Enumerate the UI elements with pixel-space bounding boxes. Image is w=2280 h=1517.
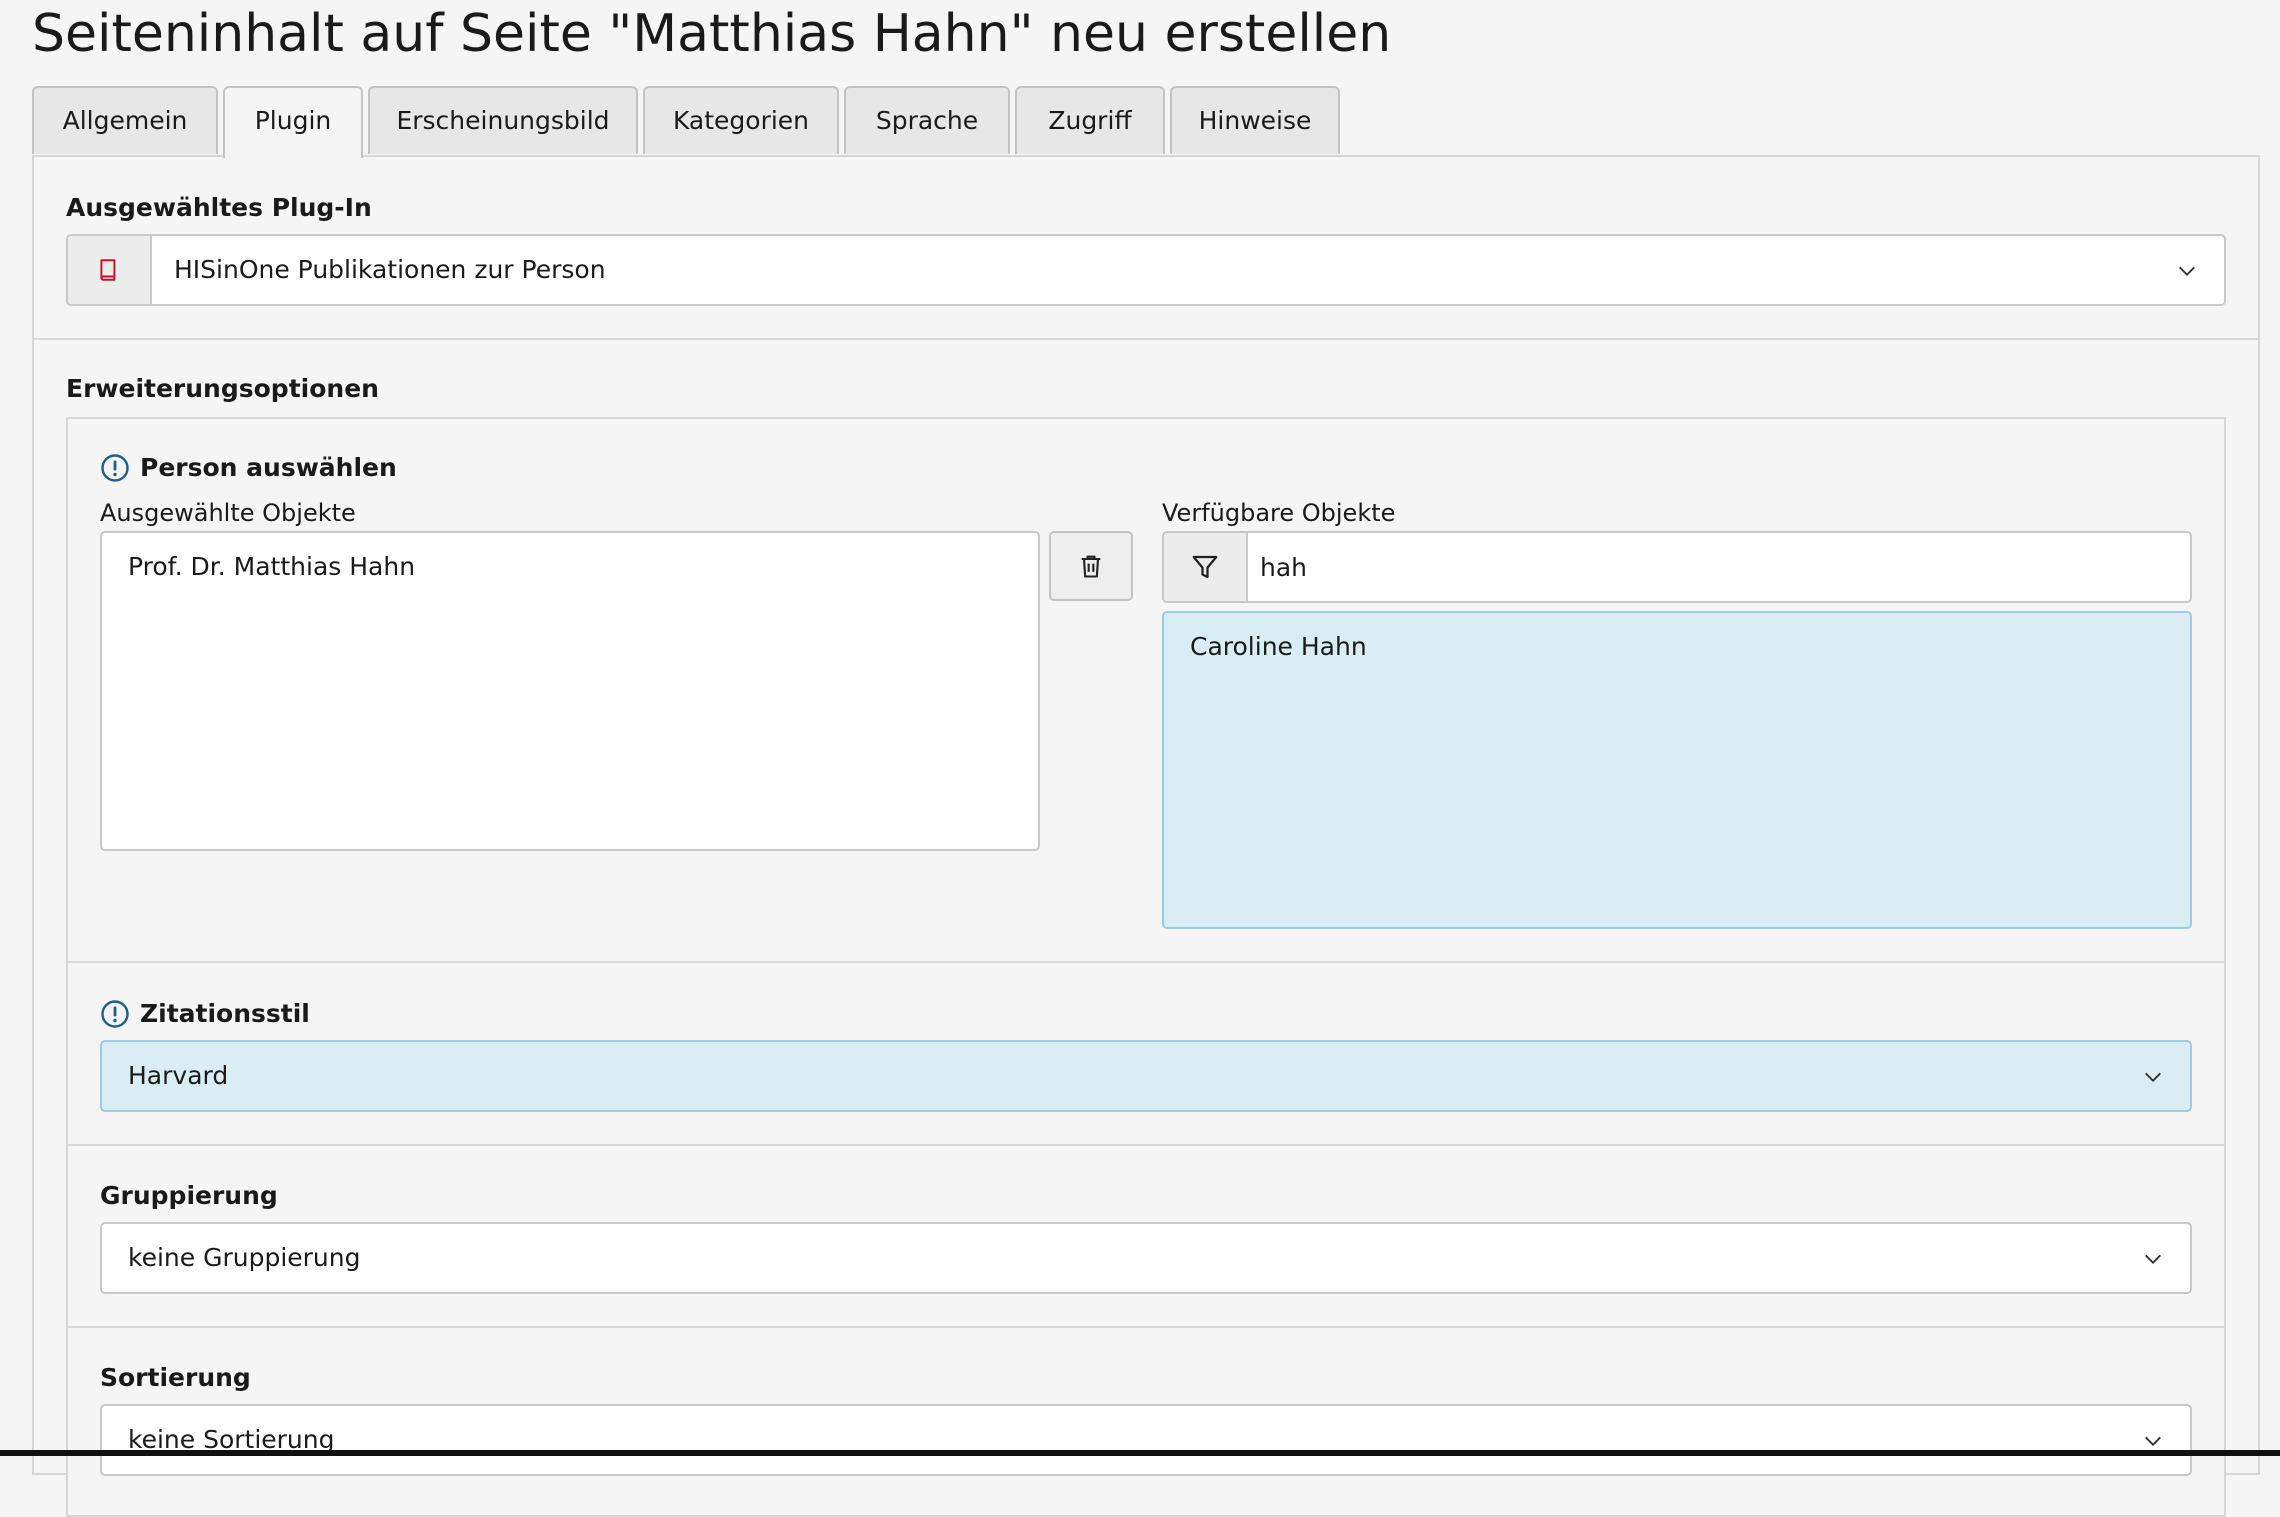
available-objects-label: Verfügbare Objekte [1162, 499, 1396, 527]
plugin-label: Ausgewähltes Plug-In [66, 193, 372, 222]
extension-options-fieldset: Person auswählen Ausgewählte Objekte Pro… [66, 417, 2226, 1517]
available-filter-input[interactable] [1260, 537, 2160, 597]
delete-selected-button[interactable] [1049, 531, 1133, 601]
list-item[interactable]: Prof. Dr. Matthias Hahn [128, 551, 415, 583]
tab-panel-plugin: Ausgewähltes Plug-In HISinOne Publikatio… [32, 155, 2260, 1517]
window-bottom-edge [0, 1450, 2280, 1456]
section-divider [68, 1144, 2224, 1146]
plugin-select[interactable]: HISinOne Publikationen zur Person [66, 234, 2226, 306]
grouping-value: keine Gruppierung [128, 1243, 361, 1272]
available-filter-group [1162, 531, 2192, 603]
chevron-down-icon [2179, 266, 2195, 276]
chevron-down-icon [2145, 1436, 2161, 1446]
info-icon [101, 1000, 129, 1028]
grouping-label: Gruppierung [100, 1181, 278, 1210]
tab-kategorien[interactable]: Kategorien [643, 86, 839, 154]
plugin-icon-addon [68, 236, 152, 304]
sorting-label: Sortierung [100, 1363, 251, 1392]
tab-plugin[interactable]: Plugin [223, 86, 363, 158]
section-divider [34, 338, 2258, 340]
plugin-select-value: HISinOne Publikationen zur Person [174, 255, 606, 284]
grouping-select[interactable]: keine Gruppierung [100, 1222, 2192, 1294]
tab-erscheinungsbild[interactable]: Erscheinungsbild [368, 86, 638, 154]
filter-icon [1192, 555, 1218, 579]
available-objects-list[interactable]: Caroline Hahn [1162, 611, 2192, 929]
chevron-down-icon [2145, 1254, 2161, 1264]
chevron-down-icon [2145, 1072, 2161, 1082]
book-icon [100, 259, 116, 281]
section-divider [68, 961, 2224, 963]
selected-objects-list[interactable]: Prof. Dr. Matthias Hahn [100, 531, 1040, 851]
tab-zugriff[interactable]: Zugriff [1015, 86, 1165, 154]
tab-hinweise[interactable]: Hinweise [1170, 86, 1340, 154]
page-title: Seiteninhalt auf Seite "Matthias Hahn" n… [32, 4, 1392, 64]
sorting-select[interactable]: keine Sortierung [100, 1404, 2192, 1476]
tab-allgemein[interactable]: Allgemein [32, 86, 218, 154]
citation-style-label: Zitationsstil [140, 999, 310, 1028]
citation-style-select[interactable]: Harvard [100, 1040, 2192, 1112]
section-divider [68, 1326, 2224, 1328]
extension-options-label: Erweiterungsoptionen [66, 374, 379, 403]
filter-addon [1164, 533, 1248, 601]
citation-style-value: Harvard [128, 1061, 229, 1090]
list-item[interactable]: Caroline Hahn [1190, 631, 1367, 663]
selected-objects-label: Ausgewählte Objekte [100, 499, 356, 527]
info-icon [101, 454, 129, 482]
person-select-label: Person auswählen [140, 453, 397, 482]
sorting-value: keine Sortierung [128, 1425, 335, 1454]
trash-icon [1081, 555, 1101, 578]
tab-sprache[interactable]: Sprache [844, 86, 1010, 154]
